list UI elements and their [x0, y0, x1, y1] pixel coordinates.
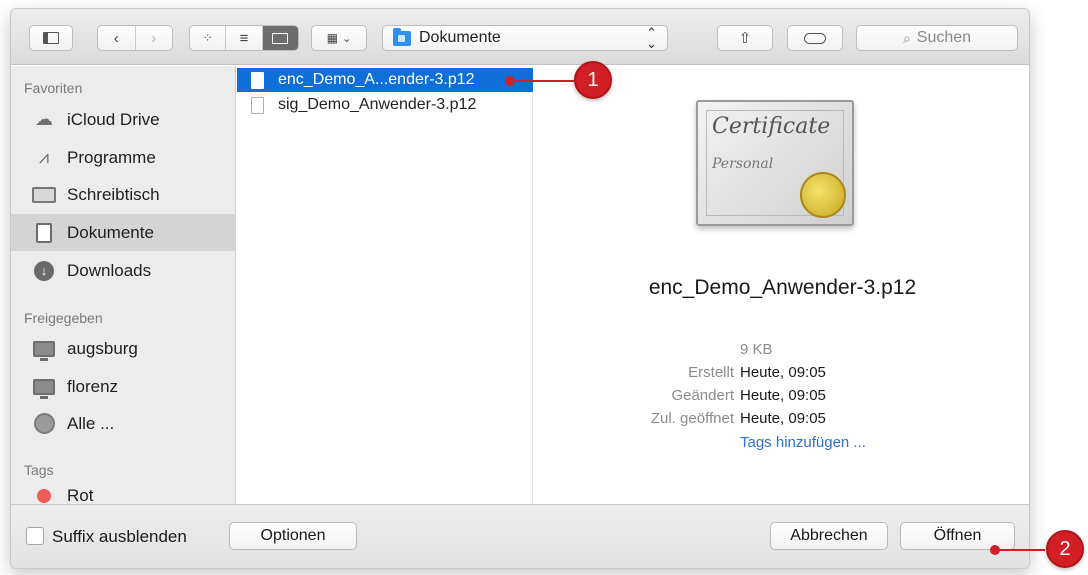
- callout-1-line: [512, 80, 574, 82]
- columns-icon: [272, 32, 289, 44]
- documents-icon: [31, 222, 57, 244]
- sidebar-item-alle[interactable]: Alle ...: [11, 405, 236, 442]
- file-item-sig[interactable]: sig_Demo_Anwender-3.p12: [237, 93, 533, 117]
- file-name: enc_Demo_A...ender-3.p12: [278, 71, 475, 88]
- file-list-column: enc_Demo_A...ender-3.p12 sig_Demo_Anwend…: [237, 66, 533, 506]
- preview-size: 9 KB: [740, 341, 773, 358]
- monitor-icon: [31, 376, 57, 399]
- created-value: Heute, 09:05: [740, 364, 826, 381]
- location-popup[interactable]: Dokumente ⌃ ⌄: [382, 25, 668, 51]
- globe-icon: [31, 413, 57, 435]
- certificate-title: Certificate: [712, 114, 831, 139]
- list-view-button[interactable]: ≡: [226, 26, 263, 50]
- back-button[interactable]: ‹: [98, 26, 136, 50]
- cloud-icon: ☁: [35, 109, 53, 129]
- hide-suffix-checkbox[interactable]: [26, 527, 44, 545]
- icon-view-button[interactable]: ⁘: [190, 26, 227, 50]
- sidebar-item-label: iCloud Drive: [67, 109, 160, 129]
- search-placeholder: Suchen: [916, 29, 972, 46]
- opened-value: Heute, 09:05: [740, 410, 826, 427]
- sidebar-item-florenz[interactable]: florenz: [11, 368, 236, 405]
- search-icon: ⌕: [902, 29, 911, 46]
- sidebar: Favoriten ☁ iCloud Drive ⩘ Programme Sch…: [11, 66, 236, 506]
- file-icon: [251, 71, 264, 89]
- sidebar-item-label: Schreibtisch: [67, 184, 160, 204]
- sidebar-item-schreibtisch[interactable]: Schreibtisch: [11, 176, 236, 213]
- created-label: Erstellt: [688, 364, 734, 381]
- sidebar-item-label: Programme: [67, 147, 156, 167]
- tags-header: Tags: [24, 462, 54, 478]
- sidebar-item-label: Downloads: [67, 260, 152, 280]
- sidebar-item-label: florenz: [67, 376, 119, 396]
- certificate-subtitle: Personal: [712, 156, 774, 172]
- tag-button[interactable]: [787, 25, 843, 51]
- updown-chevron-icon: ⌃ ⌄: [646, 25, 657, 51]
- sidebar-item-label: Rot: [67, 486, 94, 505]
- callout-1-badge: 1: [574, 61, 612, 99]
- preview-pane: Certificate Personal enc_Demo_Anwender-3…: [534, 66, 1029, 506]
- sidebar-toggle-button[interactable]: [29, 25, 73, 51]
- sidebar-item-label: Alle ...: [67, 413, 115, 433]
- share-button[interactable]: ⇧: [717, 25, 773, 51]
- sidebar-item-downloads[interactable]: ↓ Downloads: [11, 252, 236, 289]
- chevron-down-icon: ⌄: [342, 32, 352, 45]
- cancel-button[interactable]: Abbrechen: [770, 522, 888, 550]
- download-icon: ↓: [31, 260, 57, 282]
- hide-suffix-label: Suffix ausblenden: [52, 527, 187, 546]
- callout-2-badge: 2: [1046, 530, 1084, 568]
- arrange-menu-button[interactable]: ▦ ⌄: [311, 25, 367, 51]
- sidebar-item-dokumente[interactable]: Dokumente: [11, 214, 236, 251]
- sidebar-icon: [43, 32, 59, 44]
- view-mode-segmented-control: ⁘ ≡: [189, 25, 299, 51]
- sidebar-item-augsburg[interactable]: augsburg: [11, 330, 236, 367]
- chevron-right-icon: ›: [151, 29, 157, 47]
- favorites-header: Favoriten: [24, 80, 83, 96]
- column-view-button[interactable]: [262, 26, 298, 50]
- folder-icon: [393, 27, 411, 46]
- bottom-bar: Suffix ausblenden Optionen Abbrechen Öff…: [11, 504, 1029, 568]
- forward-button[interactable]: ›: [136, 26, 173, 50]
- callout-2-line: [997, 549, 1045, 551]
- opened-label: Zul. geöffnet: [650, 410, 734, 427]
- location-label: Dokumente: [419, 29, 501, 46]
- toolbar: ‹ › ⁘ ≡ ▦ ⌄ Dokumente ⌃ ⌄ ⇧ ⌕ Suchen: [11, 9, 1029, 65]
- sidebar-item-label: augsburg: [67, 338, 138, 358]
- preview-filename: enc_Demo_Anwender-3.p12: [648, 276, 917, 299]
- modified-value: Heute, 09:05: [740, 387, 826, 404]
- chevron-left-icon: ‹: [113, 29, 119, 47]
- modified-label: Geändert: [671, 387, 734, 404]
- tag-icon: [804, 32, 826, 44]
- list-icon: ≡: [239, 29, 249, 47]
- file-item-enc[interactable]: enc_Demo_A...ender-3.p12: [237, 68, 533, 92]
- grid-icon: ⁘: [202, 31, 213, 45]
- applications-icon: ⩘: [38, 147, 50, 167]
- desktop-icon: [31, 184, 57, 206]
- add-tags-link[interactable]: Tags hinzufügen ...: [740, 434, 866, 451]
- sidebar-item-icloud-drive[interactable]: ☁ iCloud Drive: [11, 101, 236, 138]
- sidebar-item-label: Dokumente: [67, 222, 154, 242]
- seal-icon: [800, 172, 846, 218]
- sidebar-item-programme[interactable]: ⩘ Programme: [11, 139, 236, 176]
- share-icon: ⇧: [738, 30, 752, 47]
- search-field[interactable]: ⌕ Suchen: [856, 25, 1018, 51]
- shared-header: Freigegeben: [24, 310, 103, 326]
- options-button[interactable]: Optionen: [229, 522, 357, 550]
- open-file-dialog: ‹ › ⁘ ≡ ▦ ⌄ Dokumente ⌃ ⌄ ⇧ ⌕ Suchen Favo: [10, 8, 1030, 569]
- arrange-icon: ▦: [326, 31, 339, 45]
- file-name: sig_Demo_Anwender-3.p12: [278, 96, 477, 113]
- monitor-icon: [31, 338, 57, 361]
- certificate-icon: Certificate Personal: [696, 100, 854, 226]
- file-icon: [251, 96, 264, 114]
- back-forward-buttons: ‹ ›: [97, 25, 173, 51]
